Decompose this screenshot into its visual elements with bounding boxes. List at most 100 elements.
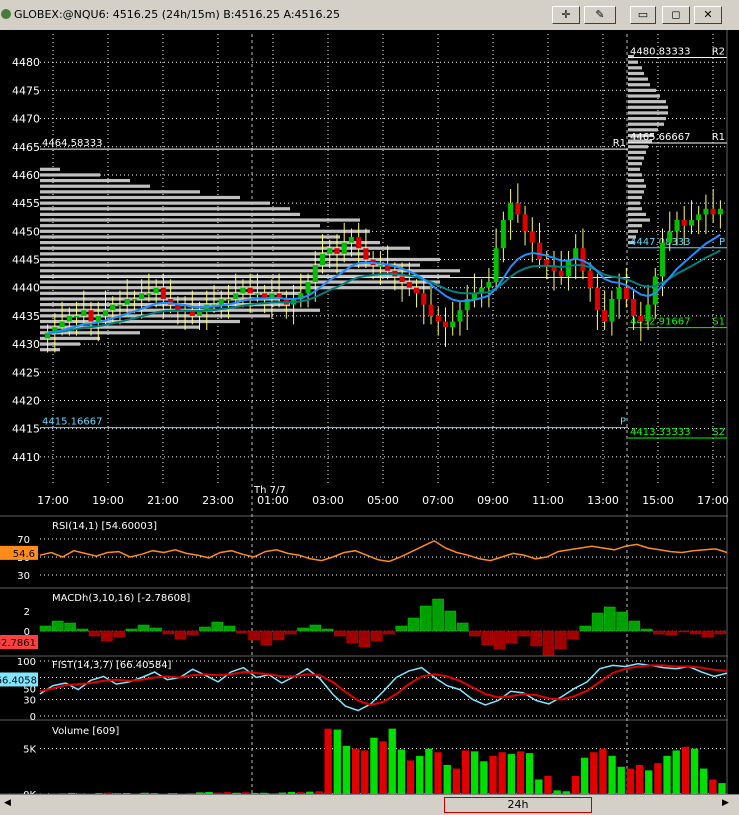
- minimize-icon[interactable]: ▭: [630, 6, 656, 24]
- volume-bar: [682, 747, 689, 794]
- level-tag: R1: [712, 132, 725, 143]
- close-icon[interactable]: ✕: [694, 6, 722, 24]
- volume-bar: [636, 765, 643, 794]
- level-tag: P: [719, 237, 725, 248]
- macd-bar: [273, 631, 284, 640]
- time-scrollbar[interactable]: ◀ 24h ▶: [0, 794, 739, 815]
- candle-body: [96, 316, 101, 322]
- fist-value-label: 66.4058: [0, 675, 37, 686]
- volume-bar: [398, 750, 405, 794]
- candle-body: [385, 265, 390, 271]
- volume-profile-bar: [40, 173, 100, 176]
- macd-bar: [285, 631, 296, 634]
- candle-body: [334, 248, 339, 254]
- x-tick-label: 13:00: [587, 494, 619, 507]
- volume-bar: [434, 752, 441, 794]
- macd-y-tick: 2: [24, 607, 30, 618]
- volume-profile-bar: [40, 168, 60, 171]
- volume-bar: [480, 761, 487, 794]
- candle-body: [378, 265, 383, 267]
- x-tick-label: 23:00: [202, 494, 234, 507]
- left-arrow-icon[interactable]: ◀: [4, 798, 11, 808]
- candle-body: [566, 260, 571, 277]
- x-tick-label: 11:00: [532, 494, 564, 507]
- x-tick-label: 17:00: [37, 494, 69, 507]
- macd-bar: [89, 631, 100, 636]
- volume-profile-bar: [628, 196, 642, 199]
- rsi-y-tick: 30: [17, 571, 30, 582]
- candle-body: [139, 293, 144, 299]
- macd-value-label: -2.7861: [0, 638, 36, 649]
- candle-body: [696, 214, 701, 220]
- volume-bar: [471, 751, 478, 794]
- macd-bar: [531, 631, 542, 646]
- macd-bar: [690, 631, 701, 634]
- crosshair-icon[interactable]: ✛: [552, 6, 580, 24]
- level-tag: P: [620, 417, 626, 428]
- macd-bar: [261, 631, 272, 645]
- draw-icon[interactable]: ✎: [584, 6, 616, 24]
- macd-bar: [702, 631, 713, 637]
- candle-body: [602, 310, 607, 321]
- volume-profile-bar: [628, 185, 646, 188]
- candle-body: [103, 310, 108, 316]
- volume-bar: [544, 776, 551, 794]
- volume-profile-bar: [628, 179, 644, 182]
- volume-profile-bar: [628, 111, 668, 114]
- candle-body: [588, 271, 593, 288]
- volume-bar: [608, 756, 615, 794]
- right-arrow-icon[interactable]: ▶: [722, 798, 729, 808]
- chart-area[interactable]: 4480447544704465446044554450444544404435…: [0, 30, 739, 794]
- candle-body: [486, 282, 491, 288]
- volume-bar: [352, 749, 359, 794]
- candle-body: [342, 243, 347, 254]
- volume-profile-bar: [40, 218, 360, 221]
- volume-bar: [361, 750, 368, 794]
- fist-y-tick: 30: [23, 696, 36, 707]
- candle-body: [414, 288, 419, 294]
- candle-body: [515, 203, 520, 214]
- candle-body: [154, 288, 159, 294]
- candle-body: [363, 248, 368, 259]
- candle-body: [501, 220, 506, 248]
- candle-body: [508, 203, 513, 220]
- volume-bar: [673, 750, 680, 794]
- macd-bar: [65, 623, 76, 631]
- candle-body: [674, 220, 679, 231]
- volume-profile-bar: [40, 286, 430, 289]
- candle-body: [689, 220, 694, 226]
- volume-bar: [517, 751, 524, 794]
- volume-profile-bar: [40, 230, 370, 233]
- macd-bar: [666, 631, 677, 635]
- candle-body: [646, 305, 651, 322]
- y-tick-label: 4450: [12, 225, 40, 238]
- title-bar: GLOBEX:@NQU6: 4516.25 (24h/15m) B:4516.2…: [0, 0, 739, 31]
- y-tick-label: 4420: [12, 394, 40, 407]
- x-tick-label: 19:00: [92, 494, 124, 507]
- macd-bar: [334, 631, 345, 636]
- candle-body: [313, 265, 318, 282]
- rsi-title: RSI(14,1) [54.60003]: [52, 521, 157, 532]
- volume-profile-bar: [628, 106, 668, 109]
- candle-body: [161, 288, 166, 299]
- macd-bar: [212, 622, 223, 631]
- macd-bar: [653, 631, 664, 634]
- macd-bar: [359, 631, 370, 647]
- macd-bar: [482, 631, 493, 645]
- macd-bar: [199, 627, 210, 631]
- y-tick-label: 4435: [12, 310, 40, 323]
- volume-bar: [389, 729, 396, 794]
- volume-profile-bar: [628, 128, 658, 131]
- volume-bar: [499, 752, 506, 794]
- macd-bar: [592, 613, 603, 631]
- volume-bar: [324, 729, 331, 794]
- candle-body: [624, 288, 629, 299]
- macd-bar: [175, 631, 186, 639]
- macd-bar: [568, 631, 579, 639]
- scroll-thumb[interactable]: 24h: [444, 797, 592, 813]
- restore-icon[interactable]: ◻: [662, 6, 690, 24]
- fist-title: FIST(14,3,7) [66.40584]: [52, 660, 172, 671]
- level-label: 4413.33333: [630, 427, 690, 438]
- candle-body: [537, 243, 542, 260]
- y-tick-label: 4470: [12, 113, 40, 126]
